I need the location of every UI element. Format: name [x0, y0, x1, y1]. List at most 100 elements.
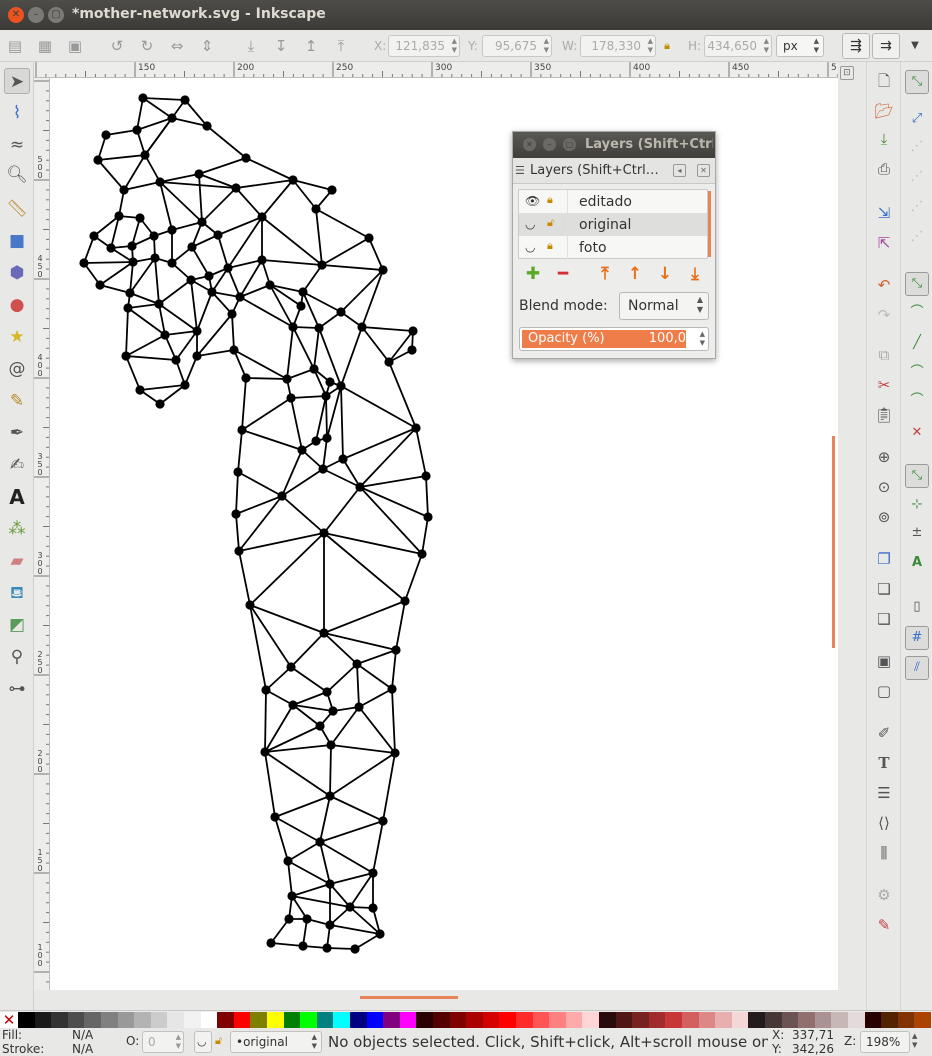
- eye-closed-icon[interactable]: ◡: [525, 240, 535, 254]
- snap-bbox-midpoint-icon[interactable]: ⋰: [905, 196, 929, 220]
- color-swatch[interactable]: [300, 1012, 318, 1028]
- layers-icon[interactable]: ☰: [873, 782, 895, 804]
- h-field[interactable]: 434,650 ▲ ▼: [704, 35, 772, 57]
- cut-icon[interactable]: ✂: [873, 374, 895, 396]
- pencil-tool[interactable]: ✎: [4, 388, 30, 414]
- color-swatch[interactable]: [582, 1012, 600, 1028]
- layer-row[interactable]: ◡ 🔒︎ foto: [519, 236, 707, 259]
- horizontal-scrollbar[interactable]: [360, 996, 458, 999]
- zoom-tool[interactable]: 🔍︎: [4, 162, 30, 188]
- remove-layer-icon[interactable]: ━: [553, 264, 573, 284]
- 3d-box-tool[interactable]: ⬢: [4, 260, 30, 286]
- color-swatch[interactable]: [499, 1012, 517, 1028]
- color-swatch[interactable]: [516, 1012, 533, 1028]
- lower-to-bottom-icon[interactable]: ⤓: [242, 37, 260, 55]
- color-swatch[interactable]: [233, 1012, 251, 1028]
- color-swatch[interactable]: [184, 1012, 201, 1028]
- w-field[interactable]: 178,330 ▲ ▼: [580, 35, 656, 57]
- snap-guide-icon[interactable]: ⫽: [905, 656, 929, 680]
- color-swatch[interactable]: [34, 1012, 52, 1028]
- pen-tool[interactable]: ✒: [4, 420, 30, 446]
- lower-to-bottom-icon[interactable]: ⤓: [685, 264, 705, 284]
- text-font-icon[interactable]: T: [873, 752, 895, 774]
- preferences-icon[interactable]: ⚙: [873, 884, 895, 906]
- color-swatch[interactable]: [466, 1012, 484, 1028]
- rectangle-tool[interactable]: ■: [4, 228, 30, 254]
- color-swatch[interactable]: [648, 1012, 666, 1028]
- color-swatch[interactable]: [350, 1012, 367, 1028]
- color-swatch[interactable]: [532, 1012, 550, 1028]
- color-swatch[interactable]: [781, 1012, 799, 1028]
- color-swatch[interactable]: [615, 1012, 633, 1028]
- transform-options-button[interactable]: ⇉: [872, 33, 900, 59]
- add-layer-icon[interactable]: ✚: [523, 264, 543, 284]
- text-tool[interactable]: A: [4, 484, 30, 510]
- color-swatch[interactable]: [200, 1012, 218, 1028]
- color-swatch[interactable]: [897, 1012, 915, 1028]
- color-swatch[interactable]: [167, 1012, 185, 1028]
- clone-icon[interactable]: ❏: [873, 578, 895, 600]
- zoom-page-icon[interactable]: ⊚: [873, 506, 895, 528]
- lower-layer-icon[interactable]: ↓: [655, 264, 675, 284]
- snap-bbox-edge-icon[interactable]: ⋰: [905, 136, 929, 160]
- layer-lock-icon[interactable]: 🔓︎: [215, 1034, 222, 1048]
- xml-editor-icon[interactable]: ⟨⟩: [873, 812, 895, 834]
- unlink-clone-icon[interactable]: ❑: [873, 608, 895, 630]
- color-swatch[interactable]: [84, 1012, 102, 1028]
- color-swatch[interactable]: [366, 1012, 384, 1028]
- snap-page-icon[interactable]: ▯: [905, 596, 929, 620]
- dialog-minimize-button[interactable]: –: [543, 138, 556, 151]
- dialog-maximize-button[interactable]: ▢: [563, 138, 576, 151]
- snap-path-icon[interactable]: ⌒: [905, 302, 929, 326]
- snap-others-icon[interactable]: ⤡: [905, 464, 929, 488]
- stroke-value[interactable]: N/A: [72, 1042, 93, 1056]
- opacity-o-field[interactable]: 0 ▲ ▼: [142, 1031, 184, 1053]
- lock-open-icon[interactable]: 🔓︎: [547, 216, 554, 230]
- zoom-field[interactable]: 198%: [860, 1031, 910, 1053]
- zoom-selection-icon[interactable]: ⊕: [873, 446, 895, 468]
- opacity-spin-icon[interactable]: ▲ ▼: [700, 330, 705, 348]
- color-swatch[interactable]: [250, 1012, 268, 1028]
- snap-nodes-icon[interactable]: ⤡: [905, 272, 929, 296]
- color-swatch[interactable]: [748, 1012, 766, 1028]
- lock-closed-icon[interactable]: 🔒︎: [547, 239, 553, 253]
- dropper-tool[interactable]: ⚲: [4, 644, 30, 670]
- raise-to-top-icon[interactable]: ⤒: [332, 37, 350, 55]
- select-all-layers-icon[interactable]: ▦: [36, 37, 54, 55]
- color-swatch[interactable]: [101, 1012, 118, 1028]
- save-icon[interactable]: ⤓: [873, 128, 895, 150]
- group-icon[interactable]: ▣: [873, 650, 895, 672]
- eye-open-icon[interactable]: 👁︎: [525, 194, 540, 208]
- color-swatch[interactable]: [316, 1012, 334, 1028]
- snap-bbox-center-icon[interactable]: ⋰: [905, 226, 929, 250]
- undo-icon[interactable]: ↶: [873, 274, 895, 296]
- color-swatch[interactable]: [449, 1012, 467, 1028]
- snap-rotation-center-icon[interactable]: ±: [905, 522, 929, 546]
- color-swatch[interactable]: [881, 1012, 899, 1028]
- no-paint-swatch[interactable]: ✕: [0, 1012, 18, 1028]
- duplicate-icon[interactable]: ❐: [873, 548, 895, 570]
- vertical-ruler[interactable]: 5 0 0 4 5 0 4 0 0 3 5 0 3 0 0 2 5 0 2 0 …: [34, 78, 50, 990]
- color-swatch[interactable]: [67, 1012, 85, 1028]
- snap-toggle-icon[interactable]: ⤡: [905, 70, 929, 94]
- node-tool[interactable]: ⌇: [4, 100, 30, 126]
- zoom-drawing-icon[interactable]: ⊙: [873, 476, 895, 498]
- raise-to-top-icon[interactable]: ⤒: [595, 264, 615, 284]
- lock-closed-icon[interactable]: 🔒︎: [547, 193, 553, 207]
- dock-arrow-icon[interactable]: ◂: [673, 164, 686, 177]
- color-swatch[interactable]: [267, 1012, 284, 1028]
- horizontal-ruler[interactable]: 150 200 250 300 350 400 450 5: [34, 62, 838, 78]
- color-swatch[interactable]: [18, 1012, 35, 1028]
- select-all-icon[interactable]: ▤: [6, 37, 24, 55]
- export-icon[interactable]: ⇱: [873, 232, 895, 254]
- color-swatch[interactable]: [798, 1012, 816, 1028]
- raise-layer-icon[interactable]: ↑: [625, 264, 645, 284]
- close-window-button[interactable]: ✕: [8, 7, 24, 23]
- color-swatch[interactable]: [765, 1012, 782, 1028]
- import-icon[interactable]: ⇲: [873, 202, 895, 224]
- eraser-tool[interactable]: ▰: [4, 548, 30, 574]
- ellipse-tool[interactable]: ●: [4, 292, 30, 318]
- maximize-window-button[interactable]: ▢: [48, 7, 64, 23]
- flip-vertical-icon[interactable]: ⇕: [198, 37, 216, 55]
- color-swatch[interactable]: [632, 1012, 650, 1028]
